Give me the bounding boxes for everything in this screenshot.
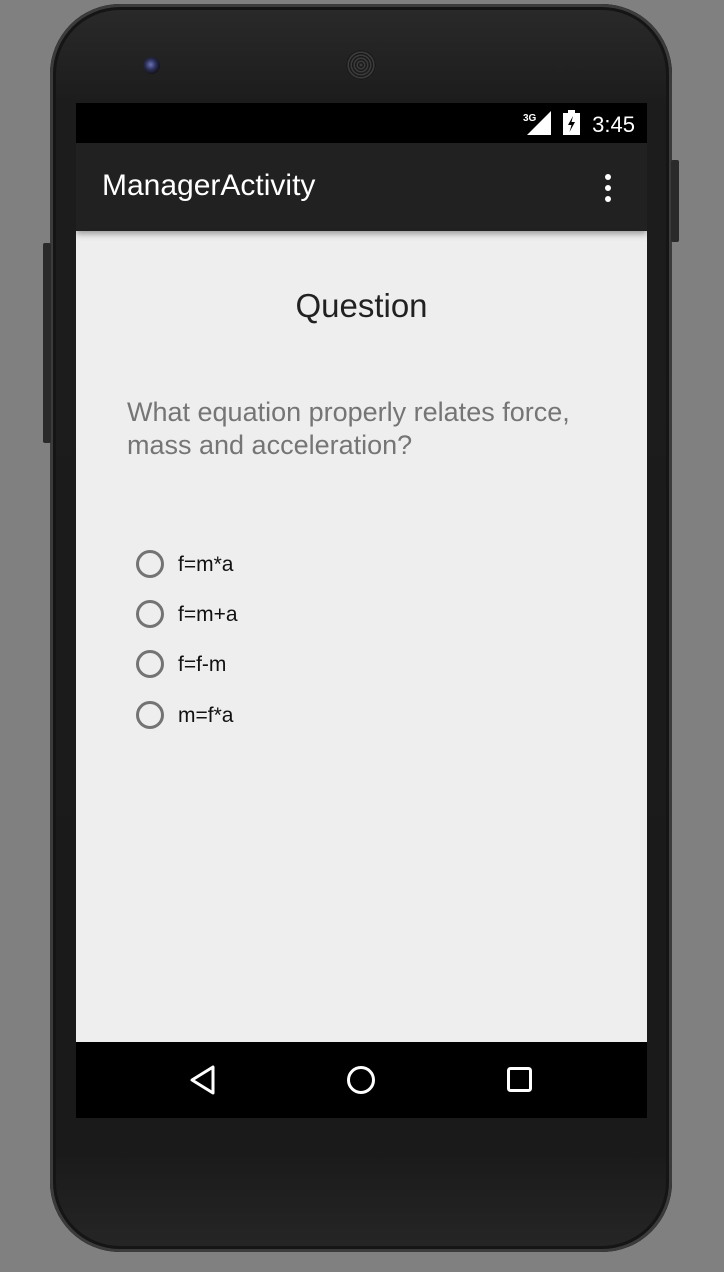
network-type-label: 3G (523, 113, 537, 124)
answer-label: f=m*a (178, 553, 234, 576)
recents-square-icon[interactable] (502, 1062, 538, 1098)
earpiece-speaker (346, 50, 376, 80)
answer-option[interactable]: f=m*a (135, 547, 435, 587)
answer-label: f=m+a (178, 603, 238, 626)
signal-icon: 3G (523, 111, 551, 135)
app-title: ManagerActivity (102, 169, 316, 202)
answer-option[interactable]: f=f-m (135, 647, 435, 687)
power-button (671, 160, 679, 242)
answer-label: f=f-m (178, 653, 227, 676)
radio-button[interactable] (136, 650, 164, 678)
navigation-bar (76, 1042, 647, 1118)
radio-button[interactable] (136, 701, 164, 729)
front-camera (143, 57, 160, 74)
screen: 3G 3:45 ManagerActivity Question What eq… (76, 103, 647, 1118)
question-content: Question What equation properly relates … (76, 231, 647, 1042)
answer-option[interactable]: f=m+a (135, 597, 435, 637)
proximity-sensor (556, 59, 566, 69)
back-triangle-icon[interactable] (185, 1062, 221, 1098)
home-circle-icon[interactable] (343, 1062, 379, 1098)
status-bar: 3G 3:45 (76, 103, 647, 143)
status-time: 3:45 (592, 112, 635, 137)
question-text: What equation properly relates force, ma… (127, 397, 570, 460)
light-sensor (576, 59, 586, 69)
radio-button[interactable] (136, 600, 164, 628)
more-vert-icon[interactable] (598, 171, 618, 205)
answer-option[interactable]: m=f*a (135, 698, 435, 738)
question-heading: Question (295, 287, 428, 324)
answer-label: m=f*a (178, 704, 234, 727)
volume-button (43, 243, 51, 443)
radio-button[interactable] (136, 550, 164, 578)
action-bar: ManagerActivity (76, 143, 647, 231)
battery-icon (563, 110, 580, 135)
